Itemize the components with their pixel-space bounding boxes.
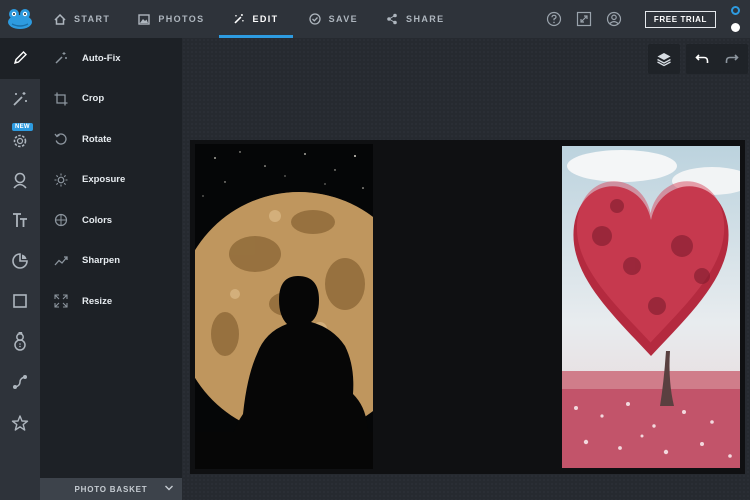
top-right-controls: FREE TRIAL [539, 0, 750, 38]
home-icon [54, 13, 66, 25]
photo-canvas[interactable] [190, 140, 745, 474]
edit-item-label: Rotate [82, 133, 112, 145]
rail-text[interactable] [0, 200, 40, 241]
edit-item-exposure[interactable]: Exposure [40, 160, 182, 201]
sharpen-icon [53, 253, 69, 269]
texture-icon [13, 375, 27, 390]
redo-button[interactable] [716, 44, 748, 74]
edit-item-resize[interactable]: Resize [40, 281, 182, 322]
portrait-icon [13, 172, 27, 189]
edit-item-auto-fix[interactable]: Auto-Fix [40, 38, 182, 79]
fullscreen-icon[interactable] [574, 9, 594, 29]
rail-touch-up[interactable]: NEW [0, 119, 40, 160]
tab-share[interactable]: SHARE [372, 0, 459, 38]
rail-textures[interactable] [0, 362, 40, 403]
account-icon[interactable] [604, 9, 624, 29]
layers-button[interactable] [648, 44, 680, 74]
snowman-icon [14, 331, 26, 351]
tab-share-label: SHARE [406, 14, 445, 24]
rail-touch-portrait[interactable] [0, 160, 40, 201]
edit-item-label: Sharpen [82, 255, 121, 267]
toggle-dot-white [730, 23, 740, 32]
edit-item-crop[interactable]: Crop [40, 79, 182, 120]
auto-fix-icon [53, 50, 69, 66]
photo-basket-bar[interactable]: PHOTO BASKET [40, 478, 182, 500]
chevron-down-icon [165, 485, 173, 491]
crop-icon [53, 91, 69, 107]
rail-edit[interactable] [0, 38, 46, 79]
tab-edit-label: EDIT [252, 14, 279, 24]
wand-sparkle-icon [13, 91, 27, 106]
rail-stickers[interactable] [0, 241, 40, 282]
resize-icon [53, 293, 69, 309]
tab-photos-label: PHOTOS [158, 14, 205, 24]
tab-photos[interactable]: PHOTOS [124, 0, 218, 38]
sun-icon [53, 172, 69, 188]
edit-item-sharpen[interactable]: Sharpen [40, 241, 182, 282]
pencil-icon [13, 51, 27, 65]
sticker-icon [12, 252, 28, 269]
edit-item-label: Colors [82, 214, 113, 226]
edit-item-label: Exposure [82, 174, 126, 186]
theme-toggle[interactable] [730, 6, 740, 32]
image-icon [138, 13, 151, 25]
edit-item-colors[interactable]: Colors [40, 200, 182, 241]
tab-start-label: START [74, 14, 111, 24]
rail-favorites[interactable] [0, 403, 40, 444]
magic-wand-icon [234, 14, 244, 24]
tab-save-label: SAVE [328, 14, 359, 24]
edit-item-label: Auto-Fix [82, 52, 121, 64]
edit-item-label: Crop [82, 93, 105, 105]
help-icon[interactable] [544, 9, 564, 29]
top-bar: START PHOTOS EDIT SAVE SHARE FREE TRIAL [0, 0, 750, 38]
share-icon [387, 13, 397, 25]
redo-icon [725, 54, 739, 63]
photo-basket-label: PHOTO BASKET [74, 484, 148, 494]
tab-edit[interactable]: EDIT [218, 0, 293, 38]
edit-item-label: Resize [82, 295, 113, 307]
frame-icon [13, 294, 27, 309]
frog-logo-icon[interactable] [0, 0, 40, 38]
tab-save[interactable]: SAVE [293, 0, 372, 38]
rail-effects[interactable] [0, 79, 40, 120]
moon-silhouette-photo[interactable] [195, 144, 373, 469]
edit-item-rotate[interactable]: Rotate [40, 119, 182, 160]
left-rail: NEW [0, 38, 46, 500]
toggle-dot-blue [730, 6, 740, 15]
heart-tree-photo[interactable] [562, 146, 740, 468]
free-trial-button[interactable]: FREE TRIAL [644, 10, 716, 28]
new-badge: NEW [12, 123, 33, 131]
rail-frames[interactable] [0, 281, 40, 322]
colors-icon [53, 212, 69, 228]
edit-panel: Auto-Fix Crop Rotate Exposure Colors Sha… [40, 38, 182, 478]
rail-seasonal[interactable] [0, 322, 40, 363]
text-icon [13, 213, 27, 228]
undo-icon [695, 54, 709, 63]
star-icon [11, 415, 29, 431]
check-circle-icon [308, 13, 321, 25]
gear-icon [13, 134, 27, 148]
layers-icon [657, 53, 671, 67]
tab-start[interactable]: START [40, 0, 124, 38]
undo-button[interactable] [686, 44, 718, 74]
rotate-icon [53, 131, 69, 147]
